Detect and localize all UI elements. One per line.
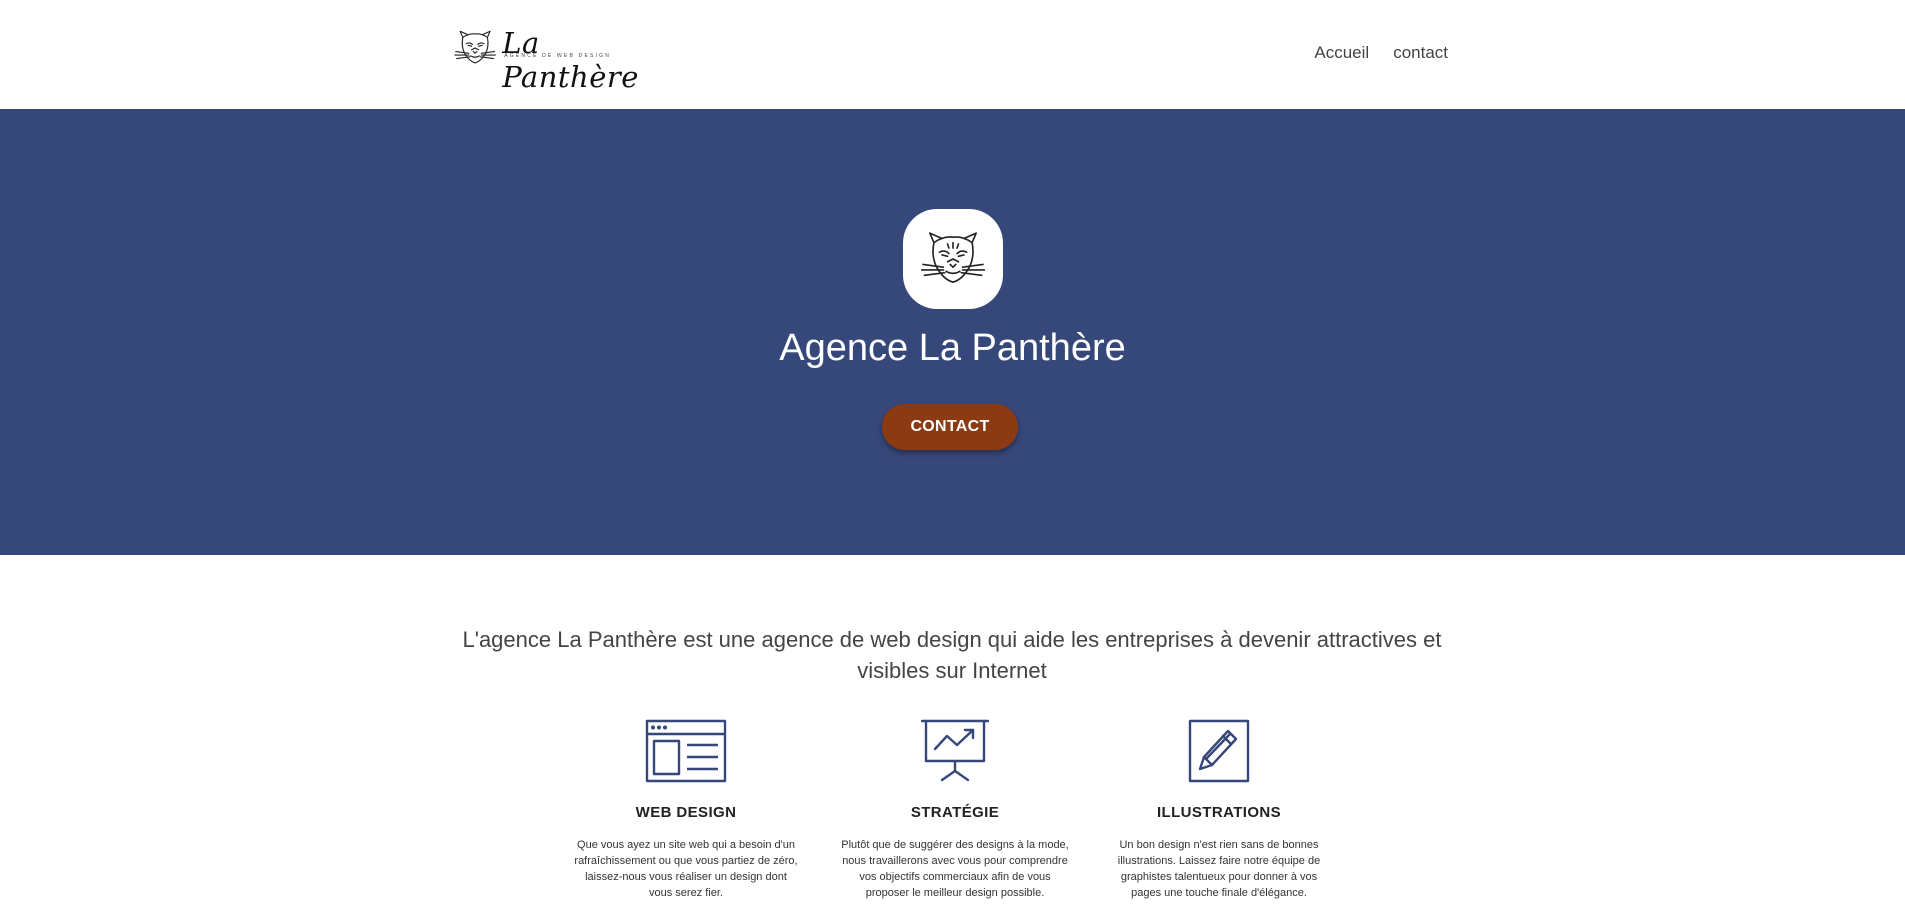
panther-head-icon [920,232,986,283]
hero-section: Agence La Panthère CONTACT [0,109,1905,555]
presentation-chart-icon [921,719,989,782]
main-nav: Accueil contact [1314,43,1448,63]
contact-button[interactable]: CONTACT [882,404,1018,450]
web-layout-icon [645,719,727,783]
hero-logo [903,209,1003,309]
intro-text: L'agence La Panthère est une agence de w… [462,627,1442,683]
service-illustrations: ILLUSTRATIONS Un bon design n'est rien s… [1099,719,1339,901]
nav-link-accueil[interactable]: Accueil [1314,43,1369,63]
service-description: Plutôt que de suggérer des designs à la … [841,839,1069,899]
logo-text: La Panthère AGENCE DE WEB DESIGN [502,26,664,94]
service-strategie: STRATÉGIE Plutôt que de suggérer des des… [835,719,1075,901]
service-title: ILLUSTRATIONS [1156,804,1282,821]
pencil-icon [1188,719,1250,783]
site-header: La Panthère AGENCE DE WEB DESIGN Accueil… [0,0,1905,109]
logo-subtitle: AGENCE DE WEB DESIGN [504,53,612,59]
service-description: Un bon design n'est rien sans de bonnes … [1117,839,1321,899]
panther-head-icon [454,30,496,64]
service-title: STRATÉGIE [910,804,1000,821]
nav-link-contact[interactable]: contact [1393,43,1448,63]
service-description: Que vous ayez un site web qui a besoin d… [574,839,798,899]
service-web-design: WEB DESIGN Que vous ayez un site web qui… [566,719,806,901]
logo-title: La Panthère [502,26,639,94]
service-title: WEB DESIGN [635,804,737,821]
site-logo[interactable]: La Panthère AGENCE DE WEB DESIGN [454,26,664,94]
hero-title: Agence La Panthère [779,327,1126,369]
